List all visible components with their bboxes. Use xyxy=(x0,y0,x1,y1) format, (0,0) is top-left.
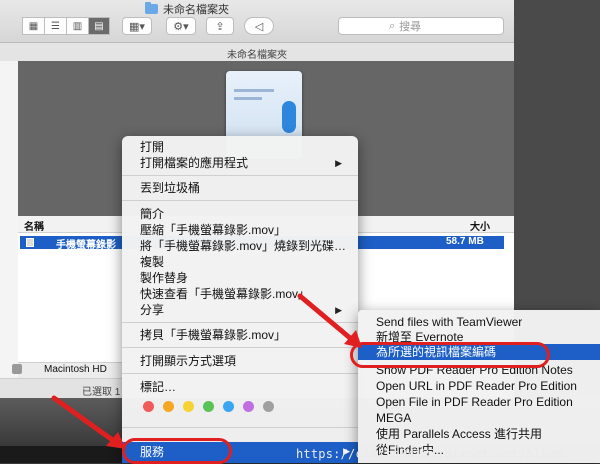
arrow-to-services-icon xyxy=(51,395,121,447)
watermark: https://claire04127.pixnet.net/album xyxy=(296,447,564,461)
annotation-arrows xyxy=(51,293,362,449)
arrow-to-encode-icon xyxy=(297,293,359,346)
